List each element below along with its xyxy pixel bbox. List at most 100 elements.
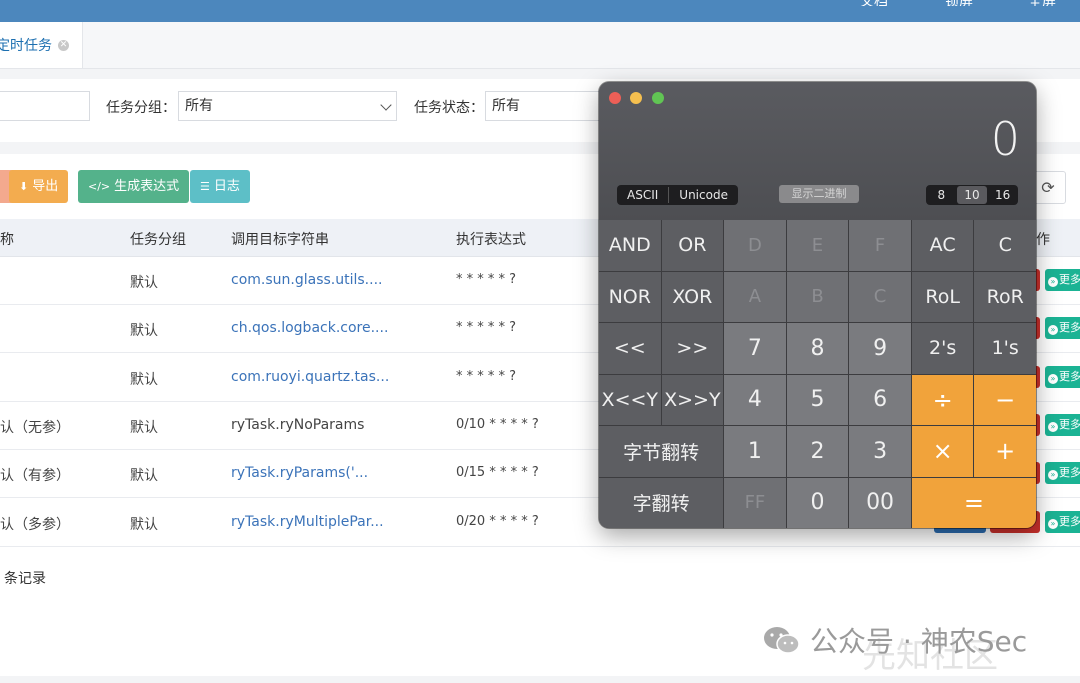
calc-key[interactable]: FF: [724, 477, 786, 528]
mode-ascii[interactable]: ASCII: [617, 188, 668, 202]
calc-key[interactable]: OR: [661, 220, 724, 271]
cell-invoke-target[interactable]: ryTask.ryParams('...: [231, 465, 368, 481]
cell-task-name: 认（无参）: [0, 420, 70, 436]
zoom-window-button[interactable]: [652, 92, 664, 104]
calc-key[interactable]: 8: [786, 323, 849, 374]
calc-key[interactable]: B: [786, 271, 849, 322]
calc-key[interactable]: 1: [724, 426, 786, 477]
cell-invoke-target[interactable]: ch.qos.logback.core....: [231, 320, 388, 336]
cell-task-group: 默认: [130, 420, 158, 436]
list-icon: ☰: [200, 180, 210, 193]
calculator-window: 0 ASCII Unicode 显示二进制 8 10 16 AND OR D E F AC…: [599, 82, 1036, 528]
task-name-input[interactable]: [0, 91, 90, 121]
col-group[interactable]: 任务分组: [130, 229, 186, 249]
base-8[interactable]: 8: [926, 188, 957, 202]
more-actions-button[interactable]: » 更多: [1045, 366, 1080, 388]
more-actions-button[interactable]: » 更多: [1045, 511, 1080, 533]
base-10[interactable]: 10: [956, 186, 988, 204]
generate-cron-label: 生成表达式: [114, 179, 180, 194]
show-binary-button[interactable]: 显示二进制: [779, 185, 859, 203]
chevron-down-icon: [380, 99, 392, 111]
more-actions-label: 更多: [1059, 370, 1080, 383]
more-actions-button[interactable]: » 更多: [1045, 317, 1080, 339]
calc-key[interactable]: XOR: [661, 271, 724, 322]
calc-key[interactable]: C: [849, 271, 911, 322]
calc-key[interactable]: >>: [661, 323, 724, 374]
cell-invoke-target: ryTask.ryNoParams: [231, 417, 365, 433]
more-actions-label: 更多: [1059, 273, 1080, 286]
close-window-button[interactable]: [609, 92, 621, 104]
base-16[interactable]: 16: [987, 188, 1018, 202]
minimize-window-button[interactable]: [630, 92, 642, 104]
number-base-toggle[interactable]: 8 10 16: [926, 185, 1018, 205]
export-button[interactable]: ⬇ 导出: [9, 170, 69, 203]
cell-cron-expression: 0/15 * * * * ?: [456, 465, 539, 480]
calc-key[interactable]: X<<Y: [599, 374, 661, 425]
calc-key[interactable]: 3: [849, 426, 911, 477]
tab-scheduled-tasks[interactable]: 定时任务 ✕: [0, 22, 83, 68]
cell-task-group: 默认: [130, 372, 158, 388]
col-actions: 作: [1036, 232, 1050, 248]
calc-key[interactable]: D: [724, 220, 786, 271]
calc-key[interactable]: 2: [786, 426, 849, 477]
calc-key[interactable]: 2's: [911, 323, 974, 374]
col-name[interactable]: 称: [0, 229, 14, 249]
calc-key[interactable]: 字节翻转: [599, 426, 724, 477]
calc-key[interactable]: 0: [786, 477, 849, 528]
col-target[interactable]: 调用目标字符串: [231, 229, 329, 249]
calc-key[interactable]: 字翻转: [599, 477, 724, 528]
chevron-right-icon: »: [1048, 422, 1058, 432]
watermark: 公众号 · 神农Sec: [762, 620, 1027, 660]
calc-key[interactable]: =: [911, 477, 1036, 528]
more-actions-button[interactable]: » 更多: [1045, 462, 1080, 484]
more-actions-label: 更多: [1059, 515, 1080, 528]
calc-key[interactable]: AND: [599, 220, 661, 271]
calc-key[interactable]: AC: [911, 220, 974, 271]
group-select[interactable]: 所有: [178, 91, 397, 121]
cell-task-name: 认（多参）: [0, 517, 70, 533]
col-cron[interactable]: 执行表达式: [456, 229, 526, 249]
cell-task-name: 认（有参）: [0, 468, 70, 484]
topbar-fullscreen[interactable]: 全屏: [1028, 0, 1056, 6]
calc-key[interactable]: ÷: [911, 374, 974, 425]
calc-key[interactable]: RoR: [974, 271, 1036, 322]
calc-key[interactable]: RoL: [911, 271, 974, 322]
more-actions-button[interactable]: » 更多: [1045, 269, 1080, 291]
log-button[interactable]: ☰ 日志: [190, 170, 250, 203]
cell-invoke-target[interactable]: ryTask.ryMultiplePar...: [231, 514, 384, 530]
group-select-value: 所有: [185, 98, 213, 114]
top-header: 文档 锁屏 全屏: [0, 0, 1080, 22]
calc-key[interactable]: E: [786, 220, 849, 271]
topbar-docs[interactable]: 文档: [860, 0, 888, 6]
calc-key[interactable]: 9: [849, 323, 911, 374]
mode-unicode[interactable]: Unicode: [669, 188, 738, 202]
calc-key[interactable]: 5: [786, 374, 849, 425]
calc-key[interactable]: <<: [599, 323, 661, 374]
cell-cron-expression: * * * * * ?: [456, 272, 517, 287]
export-label: 导出: [32, 179, 59, 194]
close-icon[interactable]: ✕: [58, 39, 69, 51]
calc-key[interactable]: 4: [724, 374, 786, 425]
cell-invoke-target[interactable]: com.ruoyi.quartz.tas...: [231, 369, 389, 385]
calc-key[interactable]: 6: [849, 374, 911, 425]
cell-invoke-target[interactable]: com.sun.glass.utils....: [231, 272, 382, 288]
calc-key[interactable]: 1's: [974, 323, 1036, 374]
calc-key[interactable]: NOR: [599, 271, 661, 322]
calc-key[interactable]: +: [974, 426, 1036, 477]
calc-key[interactable]: F: [849, 220, 911, 271]
status-select[interactable]: 所有: [485, 91, 615, 121]
calc-key[interactable]: A: [724, 271, 786, 322]
calculator-keypad: AND OR D E F AC C NOR XOR A B C RoL RoR << >> 7 8 9 2's 1's X…: [599, 220, 1036, 528]
calc-key[interactable]: ×: [911, 426, 974, 477]
encoding-mode-toggle[interactable]: ASCII Unicode: [617, 185, 738, 205]
calc-key[interactable]: X>>Y: [661, 374, 724, 425]
calc-key[interactable]: 7: [724, 323, 786, 374]
more-actions-label: 更多: [1059, 466, 1080, 479]
generate-cron-button[interactable]: </> 生成表达式: [78, 170, 190, 203]
refresh-icon: ⟳: [1041, 178, 1055, 197]
calc-key[interactable]: C: [974, 220, 1036, 271]
more-actions-button[interactable]: » 更多: [1045, 414, 1080, 436]
topbar-lock[interactable]: 锁屏: [945, 0, 973, 6]
calc-key[interactable]: −: [974, 374, 1036, 425]
calc-key[interactable]: 00: [849, 477, 911, 528]
